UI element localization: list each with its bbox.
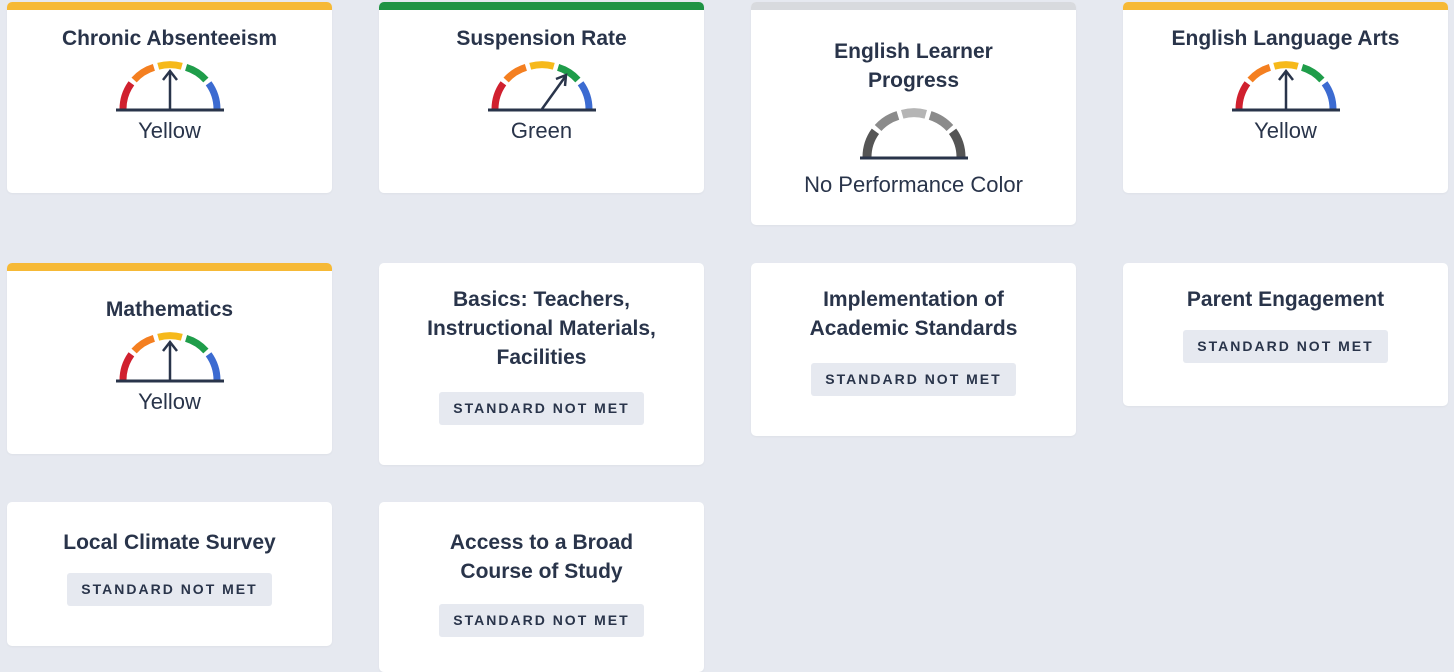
status-badge: STANDARD NOT MET xyxy=(439,392,644,425)
card-basics[interactable]: Basics: Teachers, Instructional Material… xyxy=(379,263,704,465)
status-badge: STANDARD NOT MET xyxy=(811,363,1016,396)
gauge-yellow-icon xyxy=(116,57,224,113)
status-bar xyxy=(7,263,332,271)
status-badge: STANDARD NOT MET xyxy=(67,573,272,606)
card-title: Mathematics xyxy=(105,298,234,321)
performance-color: Green xyxy=(510,118,573,143)
card-title: Basics: Teachers, Instructional Material… xyxy=(427,288,656,369)
status-bar xyxy=(379,2,704,10)
card-title: Local Climate Survey xyxy=(63,531,276,554)
card-english-language-arts[interactable]: English Language Arts Yellow xyxy=(1123,2,1448,193)
card-title: English Learner Progress xyxy=(834,40,993,92)
gauge-gray-icon xyxy=(860,105,968,161)
card-chronic-absenteeism[interactable]: Chronic Absenteeism Yellow xyxy=(7,2,332,193)
status-badge: STANDARD NOT MET xyxy=(439,604,644,637)
performance-color: No Performance Color xyxy=(804,172,1023,197)
card-english-learner-progress[interactable]: English Learner Progress No Performance … xyxy=(751,2,1076,225)
card-title: Parent Engagement xyxy=(1186,288,1385,311)
card-parent-engagement[interactable]: Parent Engagement STANDARD NOT MET xyxy=(1123,263,1448,406)
gauge-yellow-icon xyxy=(1232,57,1340,113)
performance-color: Yellow xyxy=(1254,118,1317,143)
card-title: Implementation of Academic Standards xyxy=(809,288,1018,340)
card-local-climate-survey[interactable]: Local Climate Survey STANDARD NOT MET xyxy=(7,502,332,646)
status-bar xyxy=(7,2,332,10)
status-badge: STANDARD NOT MET xyxy=(1183,330,1388,363)
status-bar xyxy=(751,2,1076,10)
performance-color: Yellow xyxy=(138,389,201,414)
card-title: Access to a Broad Course of Study xyxy=(449,531,634,583)
gauge-yellow-icon xyxy=(116,328,224,384)
status-bar xyxy=(1123,2,1448,10)
gauge-green-icon xyxy=(488,57,596,113)
card-access-broad-course[interactable]: Access to a Broad Course of Study STANDA… xyxy=(379,502,704,672)
performance-color: Yellow xyxy=(138,118,201,143)
card-suspension-rate[interactable]: Suspension Rate Green xyxy=(379,2,704,193)
card-implementation-academic-standards[interactable]: Implementation of Academic Standards STA… xyxy=(751,263,1076,436)
card-mathematics[interactable]: Mathematics Yellow xyxy=(7,263,332,454)
